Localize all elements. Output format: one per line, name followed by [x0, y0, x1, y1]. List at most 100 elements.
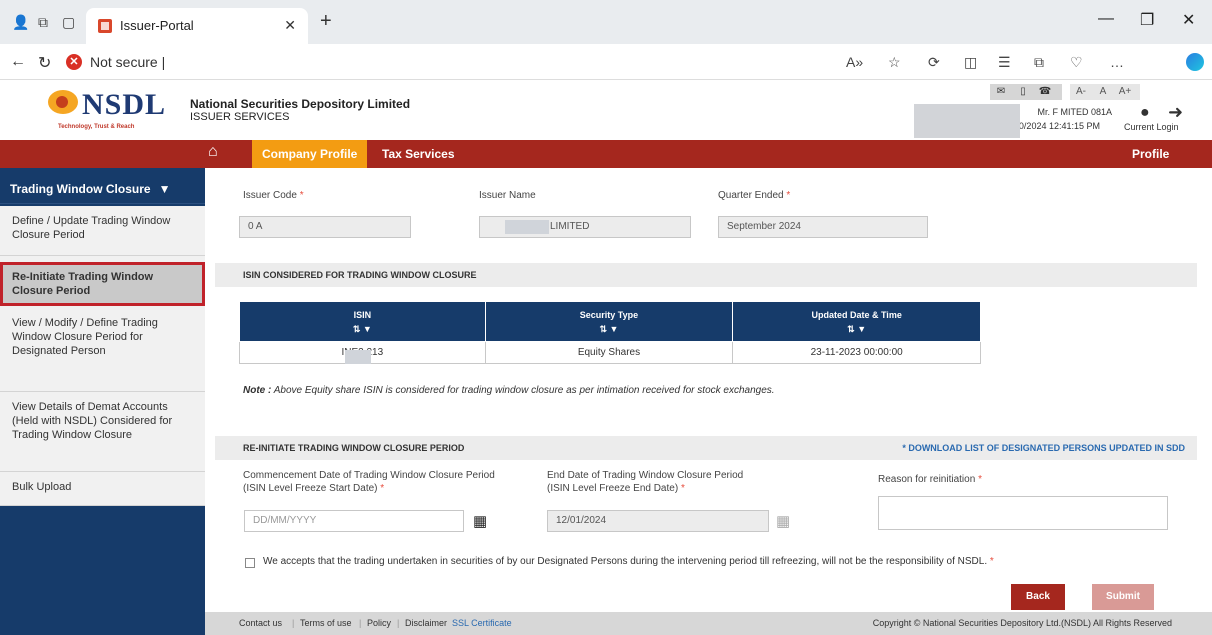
footer-policy-link[interactable]: Policy — [367, 612, 391, 635]
new-tab-icon[interactable]: + — [320, 10, 332, 33]
footer-disclaimer-link[interactable]: Disclaimer — [405, 612, 447, 635]
extensions-icon[interactable]: ⟳ — [928, 54, 940, 71]
start-date-label-2: (ISIN Level Freeze Start Date) * — [243, 483, 385, 494]
collections-icon[interactable]: ⧉ — [1034, 54, 1044, 71]
site-header: NSDL Technology, Trust & Reach National … — [0, 80, 1212, 140]
favorite-star-icon[interactable]: ☆ — [888, 54, 901, 71]
more-menu-icon[interactable]: … — [1110, 54, 1124, 70]
nsdl-logo-mark — [48, 90, 78, 114]
close-tab-icon[interactable]: ✕ — [284, 17, 296, 34]
calendar-icon[interactable]: ▦ — [473, 512, 487, 530]
refresh-icon[interactable]: ↻ — [38, 53, 51, 73]
footer-divider: | — [397, 618, 400, 628]
url-field[interactable]: Not secure | — [90, 54, 165, 70]
browser-tab[interactable]: Issuer-Portal ✕ — [86, 8, 308, 44]
mail-icon[interactable]: ✉ — [990, 84, 1012, 100]
calendar-icon: ▦ — [776, 513, 791, 530]
sidebar: Trading Window Closure ▼ Define / Update … — [0, 168, 205, 635]
caret-down-icon: ▼ — [158, 182, 171, 196]
close-window-icon[interactable]: ✕ — [1182, 10, 1195, 30]
issuer-name-label: Issuer Name — [479, 190, 536, 201]
address-bar: ← ↻ ✕ Not secure | A» ☆ ⟳ ◫ ☰ ⧉ ♡ … — [0, 44, 1212, 80]
column-header-isin[interactable]: ISIN ⇅ ▼ — [239, 301, 486, 342]
footer: Contact us | Terms of use | Policy | Dis… — [205, 612, 1212, 635]
mobile-icon[interactable]: ▯ — [1012, 84, 1034, 100]
split-screen-icon[interactable]: ◫ — [964, 54, 977, 71]
sidebar-item-define-update[interactable]: Define / Update Trading Window Closure P… — [0, 206, 205, 256]
favicon-icon — [98, 19, 112, 33]
footer-contact-link[interactable]: Contact us — [239, 612, 282, 635]
sort-filter-icon[interactable]: ⇅ ▼ — [240, 323, 485, 335]
issuer-code-label: Issuer Code * — [243, 190, 304, 201]
favorites-icon[interactable]: ☰ — [998, 54, 1011, 71]
workspaces-icon[interactable]: ⧉ — [38, 14, 48, 31]
copilot-icon[interactable] — [1186, 53, 1204, 71]
issuer-code-field: 0 A — [239, 216, 411, 238]
nav-profile[interactable]: Profile — [1132, 140, 1169, 168]
font-normal-button[interactable]: A — [1092, 84, 1114, 100]
back-arrow-icon[interactable]: ← — [10, 53, 26, 71]
nav-tax-services[interactable]: Tax Services — [382, 140, 455, 168]
redacted-area — [505, 220, 549, 234]
current-login-label: Current Login — [1124, 122, 1179, 132]
org-name: National Securities Depository Limited — [190, 97, 411, 111]
consent-text: We accepts that the trading undertaken i… — [263, 556, 994, 567]
main-nav: ⌂ Company Profile Tax Services Profile — [0, 140, 1212, 168]
footer-ssl-link[interactable]: SSL Certificate — [452, 612, 512, 635]
restore-icon[interactable]: ❐ — [1140, 10, 1154, 30]
isin-note: Note : Above Equity share ISIN is consid… — [243, 385, 775, 396]
isin-section-header: ISIN CONSIDERED FOR TRADING WINDOW CLOSU… — [215, 263, 1197, 287]
footer-divider: | — [292, 618, 295, 628]
browser-essentials-icon[interactable]: ♡ — [1070, 54, 1083, 71]
main-content: Issuer Code * 0 A Issuer Name LIMITED Qu… — [215, 170, 1197, 610]
updated-date-cell: 23-11-2023 00:00:00 — [732, 341, 981, 364]
contact-icons: ✉ ▯ ☎ — [990, 84, 1062, 100]
tab-title: Issuer-Portal — [120, 18, 194, 33]
nsdl-logo: NSDL — [82, 88, 167, 121]
tab-actions-icon[interactable]: ▢ — [62, 14, 75, 31]
profile-icon[interactable]: 👤 — [12, 14, 29, 31]
sort-filter-icon[interactable]: ⇅ ▼ — [733, 323, 980, 335]
footer-terms-link[interactable]: Terms of use — [300, 612, 352, 635]
redacted-area — [345, 350, 371, 364]
sidebar-heading[interactable]: Trading Window Closure ▼ — [0, 174, 205, 204]
logout-icon[interactable]: ➜ — [1168, 102, 1183, 123]
footer-copyright: Copyright © National Securities Deposito… — [872, 618, 1172, 628]
column-header-updated-date[interactable]: Updated Date & Time ⇅ ▼ — [732, 301, 981, 342]
not-secure-icon[interactable]: ✕ — [66, 54, 82, 70]
org-subtitle: ISSUER SERVICES — [190, 111, 290, 123]
reason-textarea[interactable] — [878, 496, 1168, 530]
column-header-security-type[interactable]: Security Type ⇅ ▼ — [484, 301, 734, 342]
redacted-area — [914, 104, 1020, 138]
sidebar-item-bulk-upload[interactable]: Bulk Upload — [0, 472, 205, 506]
sidebar-item-reinitiate[interactable]: Re-Initiate Trading Window Closure Perio… — [0, 262, 205, 306]
back-button[interactable]: Back — [1011, 584, 1065, 610]
nav-company-profile[interactable]: Company Profile — [252, 140, 368, 168]
end-date-label-1: End Date of Trading Window Closure Perio… — [547, 470, 744, 481]
logo-tagline: Technology, Trust & Reach — [58, 124, 135, 130]
quarter-ended-label: Quarter Ended * — [718, 190, 791, 201]
read-aloud-icon[interactable]: A» — [846, 54, 863, 70]
download-designated-persons-link[interactable]: * DOWNLOAD LIST OF DESIGNATED PERSONS UP… — [902, 436, 1185, 460]
start-date-label-1: Commencement Date of Trading Window Clos… — [243, 470, 495, 481]
font-increase-button[interactable]: A+ — [1114, 84, 1136, 100]
submit-button[interactable]: Submit — [1092, 584, 1154, 610]
start-date-input[interactable]: DD/MM/YYYY — [244, 510, 464, 532]
reinitiate-section-header: RE-INITIATE TRADING WINDOW CLOSURE PERIO… — [215, 436, 1197, 460]
sidebar-item-view-modify[interactable]: View / Modify / Define Trading Window Cl… — [0, 308, 205, 392]
sort-filter-icon[interactable]: ⇅ ▼ — [486, 323, 733, 335]
minimize-icon[interactable]: — — [1098, 10, 1114, 28]
footer-divider: | — [359, 618, 362, 628]
consent-checkbox[interactable] — [245, 558, 255, 568]
home-icon[interactable]: ⌂ — [208, 143, 218, 161]
sidebar-menu: Define / Update Trading Window Closure P… — [0, 206, 205, 506]
phone-icon[interactable]: ☎ — [1034, 84, 1056, 100]
font-decrease-button[interactable]: A- — [1070, 84, 1092, 100]
reason-label: Reason for reinitiation * — [878, 474, 982, 485]
sidebar-item-demat-accounts[interactable]: View Details of Demat Accounts (Held wit… — [0, 392, 205, 472]
security-type-cell: Equity Shares — [484, 341, 734, 364]
quarter-ended-field: September 2024 — [718, 216, 928, 238]
user-icon[interactable]: ● — [1140, 104, 1150, 122]
browser-tab-bar: 👤 ⧉ ▢ Issuer-Portal ✕ + — ❐ ✕ — [0, 0, 1212, 44]
end-date-label-2: (ISIN Level Freeze End Date) * — [547, 483, 685, 494]
